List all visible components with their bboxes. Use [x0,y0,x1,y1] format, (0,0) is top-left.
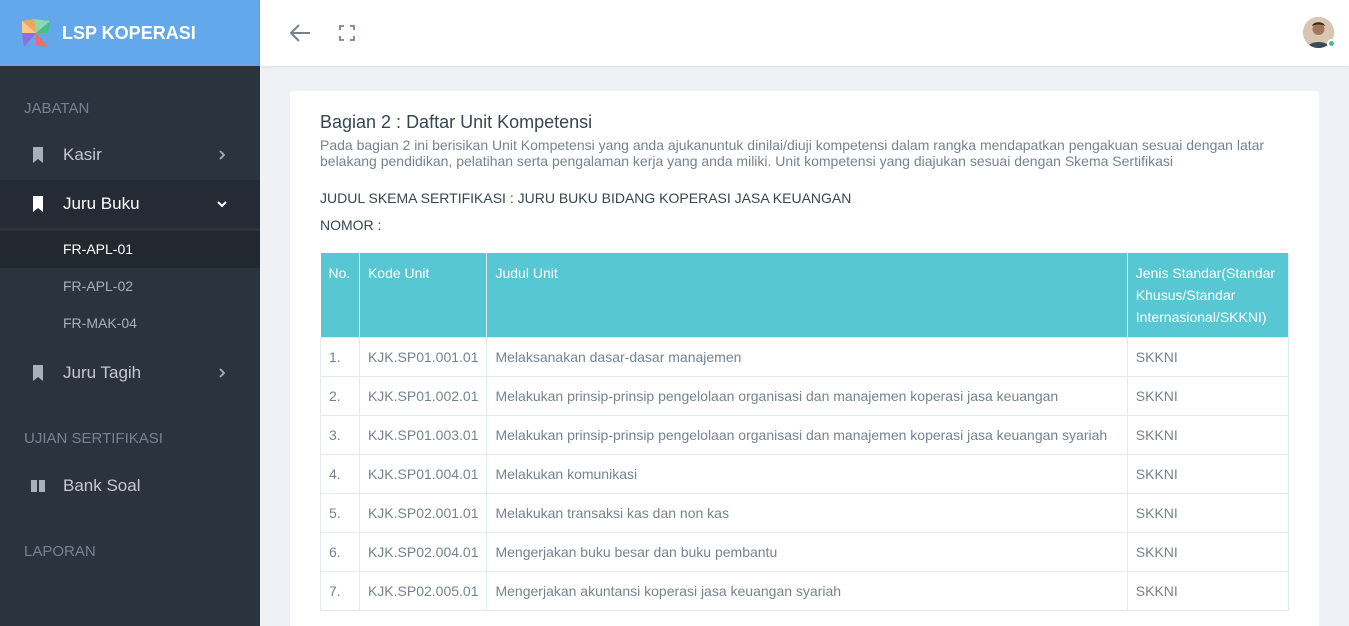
cell-no: 7. [320,571,360,611]
pinwheel-logo-icon [22,19,50,47]
sidebar-item-kasir[interactable]: Kasir [0,131,260,179]
book-icon [31,480,45,492]
cell-jenis-standar: SKKNI [1126,415,1290,455]
cell-jenis-standar: SKKNI [1126,532,1290,572]
column-header-kode-unit: Kode Unit [359,253,488,338]
page-description: Pada bagian 2 ini berisikan Unit Kompete… [320,137,1265,169]
column-header-judul-unit: Judul Unit [486,253,1128,338]
cell-judul-unit: Melakukan prinsip-prinsip pengelolaan or… [486,415,1128,455]
bookmark-icon [33,196,43,212]
table-row: 7. KJK.SP02.005.01 Mengerjakan akuntansi… [320,571,1290,611]
juru-buku-submenu: FR-APL-01 FR-APL-02 FR-MAK-04 [0,231,260,342]
fullscreen-icon[interactable] [339,25,355,41]
cell-kode-unit: KJK.SP01.002.01 [358,376,488,416]
sidebar-item-label: Bank Soal [63,476,141,495]
page-title: Bagian 2 : Daftar Unit Kompetensi [320,112,593,132]
cell-judul-unit: Melakukan komunikasi [486,454,1128,494]
cell-no: 1. [320,337,360,377]
sidebar-item-bank-soal[interactable]: Bank Soal [0,462,260,510]
table-row: 1. KJK.SP01.001.01 Melaksanakan dasar-da… [320,337,1290,377]
brand-title: LSP KOPERASI [62,22,196,43]
content-panel: Bagian 2 : Daftar Unit Kompetensi Pada b… [290,91,1319,626]
section-jabatan: JABATAN [24,100,90,117]
sidebar-item-label: Juru Buku [63,194,140,213]
cell-judul-unit: Melaksanakan dasar-dasar manajemen [486,337,1128,377]
cell-judul-unit: Melakukan transaksi kas dan non kas [486,493,1128,533]
cell-no: 6. [320,532,360,572]
cell-kode-unit: KJK.SP02.005.01 [358,571,488,611]
chevron-right-icon [219,150,226,160]
cell-judul-unit: Mengerjakan akuntansi koperasi jasa keua… [486,571,1128,611]
sidebar-item-juru-tagih[interactable]: Juru Tagih [0,349,260,397]
chevron-down-icon [217,201,227,208]
cell-jenis-standar: SKKNI [1126,337,1290,377]
cell-jenis-standar: SKKNI [1126,376,1290,416]
sidebar-item-juru-buku[interactable]: Juru Buku [0,180,260,228]
topbar [260,0,1349,66]
cell-kode-unit: KJK.SP01.003.01 [358,415,488,455]
column-header-no: No. [320,253,360,338]
table-row: 4. KJK.SP01.004.01 Melakukan komunikasi … [320,454,1290,494]
brand[interactable]: LSP KOPERASI [0,0,260,66]
arrow-left-icon[interactable] [288,22,312,44]
cell-kode-unit: KJK.SP02.001.01 [358,493,488,533]
submenu-item-fr-apl-01[interactable]: FR-APL-01 [0,231,260,268]
section-ujian-sertifikasi: UJIAN SERTIFIKASI [24,430,163,447]
table-header-row: No. Kode Unit Judul Unit Jenis Standar(S… [320,253,1290,338]
table-row: 3. KJK.SP01.003.01 Melakukan prinsip-pri… [320,415,1290,455]
sidebar-item-label: Kasir [63,145,102,164]
online-status-dot [1327,39,1336,48]
nomor-label: NOMOR : [320,217,382,233]
submenu-item-fr-apl-02[interactable]: FR-APL-02 [0,268,260,305]
table-row: 6. KJK.SP02.004.01 Mengerjakan buku besa… [320,532,1290,572]
cell-kode-unit: KJK.SP01.004.01 [358,454,488,494]
cell-jenis-standar: SKKNI [1126,454,1290,494]
cell-judul-unit: Mengerjakan buku besar dan buku pembantu [486,532,1128,572]
cell-no: 5. [320,493,360,533]
table-row: 2. KJK.SP01.002.01 Melakukan prinsip-pri… [320,376,1290,416]
sidebar-item-label: Juru Tagih [63,363,142,382]
submenu-item-fr-mak-04[interactable]: FR-MAK-04 [0,305,260,342]
table-row: 5. KJK.SP02.001.01 Melakukan transaksi k… [320,493,1290,533]
competency-table: No. Kode Unit Judul Unit Jenis Standar(S… [320,253,1290,611]
sidebar: LSP KOPERASI JABATAN Kasir Juru Buku FR-… [0,0,260,626]
chevron-right-icon [219,368,226,378]
cell-jenis-standar: SKKNI [1126,493,1290,533]
column-header-jenis-standar: Jenis Standar(Standar Khusus/Standar Int… [1127,253,1290,338]
cell-kode-unit: KJK.SP01.001.01 [358,337,488,377]
cell-no: 2. [320,376,360,416]
cell-no: 3. [320,415,360,455]
cell-kode-unit: KJK.SP02.004.01 [358,532,488,572]
bookmark-icon [33,147,43,163]
cell-no: 4. [320,454,360,494]
scheme-title: JUDUL SKEMA SERTIFIKASI : JURU BUKU BIDA… [320,190,852,206]
cell-jenis-standar: SKKNI [1126,571,1290,611]
cell-judul-unit: Melakukan prinsip-prinsip pengelolaan or… [486,376,1128,416]
bookmark-icon [33,365,43,381]
section-laporan: LAPORAN [24,543,96,560]
